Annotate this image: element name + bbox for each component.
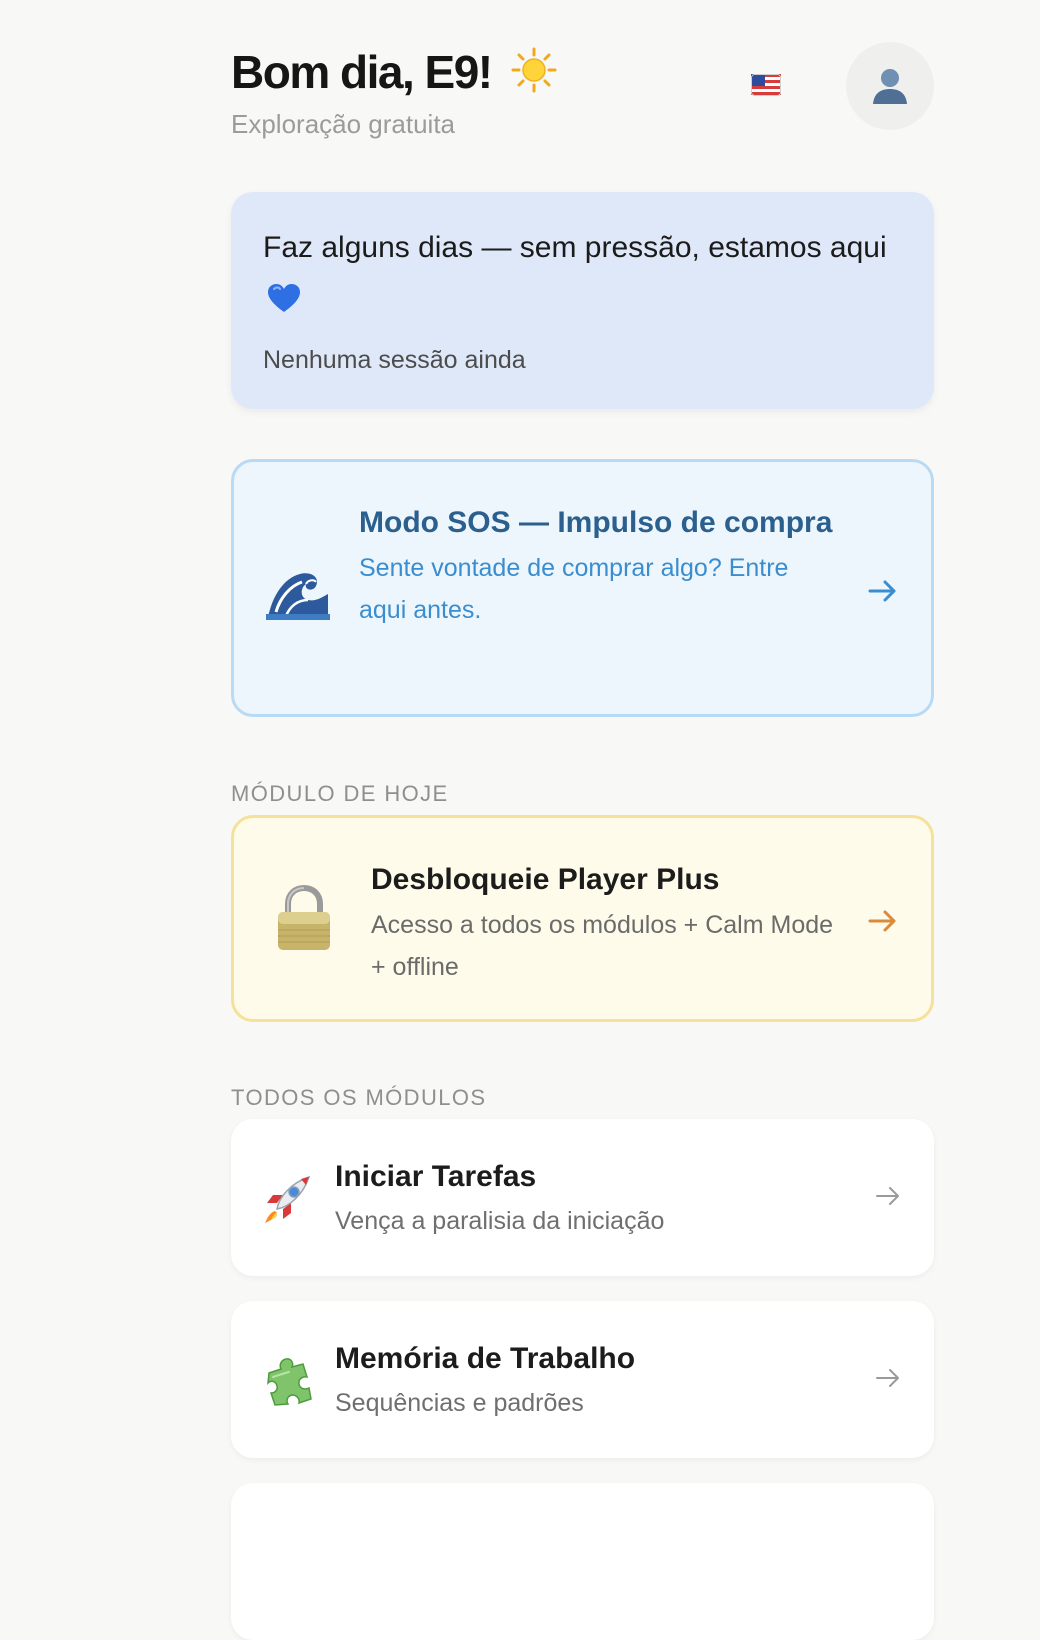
sos-mode-card[interactable]: Modo SOS — Impulso de compra Sente vonta…: [231, 459, 934, 717]
section-label-today: MÓDULO DE HOJE: [231, 781, 449, 806]
plan-label: Exploração gratuita: [231, 109, 456, 139]
module-subtitle: Sequências e padrões: [335, 1389, 584, 1417]
puzzle-piece-icon: [261, 1355, 313, 1407]
session-status: Nenhuma sessão ainda: [263, 346, 526, 374]
unlock-plus-card[interactable]: Desbloqueie Player Plus Acesso a todos o…: [231, 815, 934, 1022]
arrow-right-icon: [875, 1367, 901, 1389]
arrow-right-icon: [868, 909, 898, 933]
section-label-all-modules: TODOS OS MÓDULOS: [231, 1085, 487, 1110]
us-flag-icon[interactable]: [751, 74, 781, 96]
greeting-heading: Bom dia, E9!: [231, 44, 557, 105]
arrow-right-icon: [868, 579, 898, 603]
module-title: Memória de Trabalho: [335, 1342, 636, 1375]
module-title: Iniciar Tarefas: [335, 1160, 537, 1193]
unlock-plus-text: Desbloqueie Player Plus Acesso a todos o…: [371, 856, 841, 988]
blue-heart-icon: [267, 278, 301, 330]
header: Bom dia, E9! Exploração gratuita: [231, 0, 934, 160]
status-card: Faz alguns dias — sem pressão, estamos a…: [231, 192, 934, 409]
sos-text: Modo SOS — Impulso de compra Sente vonta…: [359, 496, 839, 631]
module-subtitle: Vença a paralisia da iniciação: [335, 1207, 665, 1235]
user-icon: [873, 69, 907, 104]
lock-icon: [274, 884, 334, 954]
sos-title: Modo SOS — Impulso de compra: [359, 506, 833, 539]
unlock-plus-subtitle: Acesso a todos os módulos + Calm Mode + …: [371, 911, 834, 981]
sos-subtitle: Sente vontade de comprar algo? Entre aqu…: [359, 554, 789, 624]
unlock-plus-title: Desbloqueie Player Plus: [371, 863, 720, 896]
sun-icon: [511, 47, 557, 105]
wave-icon: [266, 566, 330, 620]
module-card-working-memory[interactable]: Memória de Trabalho Sequências e padrões: [231, 1301, 934, 1458]
status-message: Faz alguns dias — sem pressão, estamos a…: [263, 222, 902, 330]
rocket-icon: [261, 1173, 313, 1225]
status-message-text: Faz alguns dias — sem pressão, estamos a…: [263, 231, 887, 264]
greeting-text: Bom dia, E9!: [231, 46, 493, 98]
home-screen: Bom dia, E9! Exploração gratuita Faz alg…: [231, 0, 934, 1640]
arrow-right-icon: [875, 1185, 901, 1207]
profile-button[interactable]: [846, 42, 934, 130]
module-text: Memória de Trabalho Sequências e padrões: [335, 1337, 835, 1421]
module-text: Iniciar Tarefas Vença a paralisia da ini…: [335, 1155, 835, 1239]
module-card-partial[interactable]: [231, 1483, 934, 1640]
module-card-start-tasks[interactable]: Iniciar Tarefas Vença a paralisia da ini…: [231, 1119, 934, 1276]
